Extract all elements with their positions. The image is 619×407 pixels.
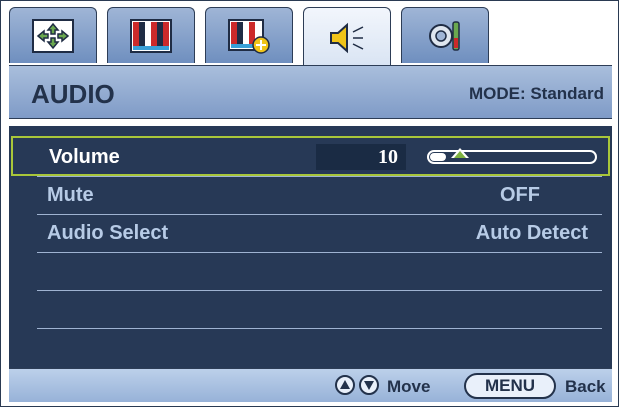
mute-value: OFF (500, 184, 540, 206)
divider (37, 176, 602, 177)
divider (37, 290, 602, 291)
page-title: AUDIO (31, 79, 115, 109)
menu-header: AUDIO MODE: Standard (9, 65, 612, 119)
back-hint: Back (565, 377, 606, 396)
tab-audio[interactable] (303, 7, 391, 67)
footer-bar: Move MENU Back (9, 368, 612, 402)
tab-system[interactable] (401, 7, 489, 63)
down-arrow-icon[interactable] (359, 375, 379, 395)
tab-display[interactable] (9, 7, 97, 63)
picture-advanced-icon (227, 18, 271, 54)
mode-indicator: MODE: Standard (468, 84, 604, 103)
divider (37, 214, 602, 215)
audio-select-label: Audio Select (47, 222, 169, 244)
audio-select-value: Auto Detect (475, 222, 588, 244)
divider (37, 328, 602, 329)
mute-label: Mute (47, 184, 94, 206)
speaker-icon (325, 20, 369, 56)
tab-picture-advanced[interactable] (205, 7, 293, 63)
settings-panel: Volume 10 Mute OFF Audio Select Auto Det… (9, 126, 612, 368)
volume-row[interactable]: Volume 10 (11, 136, 610, 176)
osd-window: AUDIO MODE: Standard Volume 10 Mute OFF … (0, 0, 619, 407)
divider (37, 252, 602, 253)
volume-value: 10 (316, 144, 406, 170)
picture-icon (129, 18, 173, 54)
tab-bar (9, 7, 612, 67)
display-adjust-icon (31, 18, 75, 54)
volume-slider[interactable] (427, 148, 597, 164)
volume-label: Volume (49, 146, 120, 168)
up-arrow-icon[interactable] (335, 375, 355, 395)
system-settings-icon (423, 18, 467, 54)
audio-select-row[interactable]: Audio Select Auto Detect (37, 216, 602, 252)
volume-slider-thumb[interactable] (451, 148, 469, 158)
volume-slider-fill (430, 153, 446, 161)
menu-button[interactable]: MENU (464, 373, 556, 399)
move-hint: Move (387, 377, 431, 396)
tab-picture[interactable] (107, 7, 195, 63)
mute-row[interactable]: Mute OFF (37, 178, 602, 214)
